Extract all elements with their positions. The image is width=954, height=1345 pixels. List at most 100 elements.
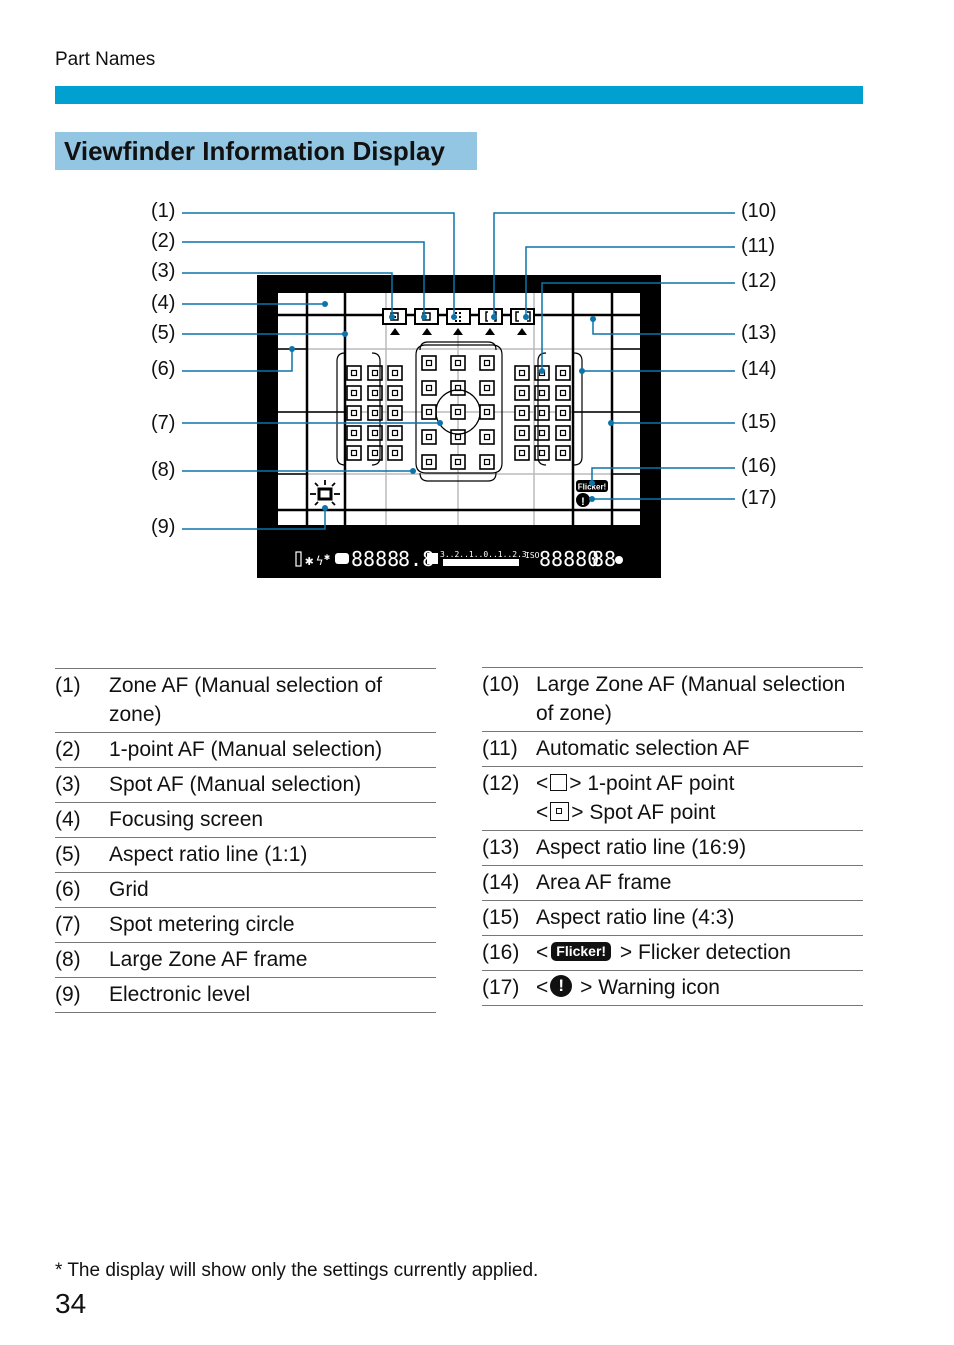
legend-number: (8): [55, 948, 81, 971]
af-point: [479, 355, 495, 371]
viewfinder-diagram: Flicker! ! ✱ ϟ ✱ 8888 8.8 3..2..1..0..1.…: [182, 212, 735, 578]
legend-description: Large Zone AF frame: [109, 948, 308, 971]
shots-readout: 88: [592, 547, 616, 571]
legend-number: (11): [482, 737, 518, 760]
legend-number: (12): [482, 772, 520, 795]
af-point: [555, 405, 571, 421]
legend-number: (13): [482, 836, 520, 859]
flicker-icon: Flicker!: [551, 941, 612, 961]
legend-number: (5): [55, 843, 81, 866]
exposure-level-bar: [443, 559, 519, 566]
warning-icon: !: [550, 975, 573, 998]
af-point: [514, 445, 530, 461]
legend-number: (9): [55, 983, 81, 1006]
af-point: [534, 425, 550, 441]
af-point: [555, 385, 571, 401]
legend-description: < Flicker! > Flicker detection: [536, 941, 791, 964]
af-point: [387, 445, 403, 461]
exposure-comp-icon: [427, 553, 438, 564]
af-point: [514, 385, 530, 401]
legend-table-left: (1) Zone AF (Manual selection of zone) (2)…: [55, 668, 436, 1013]
af-point: [450, 429, 466, 445]
af-point: [387, 385, 403, 401]
running-header: Part Names: [55, 49, 156, 70]
legend-number: (10): [482, 673, 520, 696]
legend-row: (13) Aspect ratio line (16:9): [482, 831, 863, 866]
legend-row: (4) Focusing screen: [55, 803, 436, 838]
legend-number: (4): [55, 808, 81, 831]
legend-number: (14): [482, 871, 520, 894]
header-bar: [55, 86, 863, 104]
legend-number: (6): [55, 878, 81, 901]
focus-confirm-icon: [615, 556, 623, 564]
legend-description: Spot metering circle: [109, 913, 295, 936]
af-point: [450, 355, 466, 371]
af-point: [421, 404, 437, 420]
legend-description: Aspect ratio line (1:1): [109, 843, 308, 866]
legend-description: Grid: [109, 878, 149, 901]
legend-description: Large Zone AF (Manual selection of zone): [536, 673, 846, 725]
legend-number: (7): [55, 913, 81, 936]
af-point: [479, 429, 495, 445]
legend-row: (7) Spot metering circle: [55, 908, 436, 943]
legend-description: Spot AF (Manual selection): [109, 773, 362, 796]
exposure-scale-text: 3..2..1..0..1..2.3: [440, 550, 527, 559]
zone-af-icon: [446, 308, 471, 325]
spot-af-point-icon: [550, 801, 570, 821]
legend-row: (9) Electronic level: [55, 978, 436, 1013]
af-mode-icons: [382, 308, 535, 325]
warning-glyph: !: [581, 496, 585, 508]
legend-row: (11) Automatic selection AF: [482, 732, 863, 767]
af-point: [450, 404, 466, 420]
legend-description: Electronic level: [109, 983, 251, 1006]
af-point: [387, 405, 403, 421]
legend-number: (1): [55, 674, 81, 697]
legend-row: (6) Grid: [55, 873, 436, 908]
legend-description: Aspect ratio line (4:3): [536, 906, 735, 929]
af-point: [555, 425, 571, 441]
af-point: [346, 365, 362, 381]
legend-description: Area AF frame: [536, 871, 672, 894]
1-point-af-point-icon: [550, 773, 568, 791]
af-point: [534, 445, 550, 461]
af-point: [555, 365, 571, 381]
legend-number: (15): [482, 906, 520, 929]
viewfinder-figure: (1) (2) (3) (4) (5) (6) (7) (8) (9) (10)…: [0, 190, 954, 610]
flash-comp-icon: [335, 553, 349, 564]
af-point: [421, 380, 437, 396]
iso-label: ISO: [525, 551, 540, 560]
legend-table-right: (10) Large Zone AF (Manual selection of z…: [482, 667, 863, 1006]
legend-row: (14) Area AF frame: [482, 866, 863, 901]
af-point: [421, 355, 437, 371]
af-point: [346, 405, 362, 421]
legend-description: <! > Warning icon: [536, 975, 720, 999]
legend-row: (17) <! > Warning icon: [482, 971, 863, 1006]
af-point: [479, 454, 495, 470]
ae-lock-icon: ✱: [305, 553, 314, 569]
legend-description: Automatic selection AF: [536, 737, 750, 760]
af-point: [479, 404, 495, 420]
legend-description: 1-point AF (Manual selection): [109, 738, 383, 761]
af-point: [450, 380, 466, 396]
af-point: [514, 365, 530, 381]
legend-row: (3) Spot AF (Manual selection): [55, 768, 436, 803]
af-point: [387, 365, 403, 381]
legend-line-1-point: < > 1-point AF point: [536, 772, 735, 795]
legend-row: (5) Aspect ratio line (1:1): [55, 838, 436, 873]
legend-description: Focusing screen: [109, 808, 264, 831]
legend-line-spot: < > Spot AF point: [536, 801, 716, 824]
af-point: [514, 425, 530, 441]
af-point: [421, 429, 437, 445]
fe-lock-icon: ✱: [324, 552, 330, 563]
legend-number: (2): [55, 738, 81, 761]
legend-description: Zone AF (Manual selection of zone): [109, 674, 383, 726]
legend-row: (1) Zone AF (Manual selection of zone): [55, 668, 436, 733]
legend-row: (15) Aspect ratio line (4:3): [482, 901, 863, 936]
af-point: [421, 454, 437, 470]
section-title: Viewfinder Information Display: [55, 132, 477, 170]
legend-number: (3): [55, 773, 81, 796]
legend-number: (17): [482, 976, 520, 999]
af-point: [514, 405, 530, 421]
legend-description: Aspect ratio line (16:9): [536, 836, 747, 859]
large-zone-af-icon: [478, 308, 503, 325]
